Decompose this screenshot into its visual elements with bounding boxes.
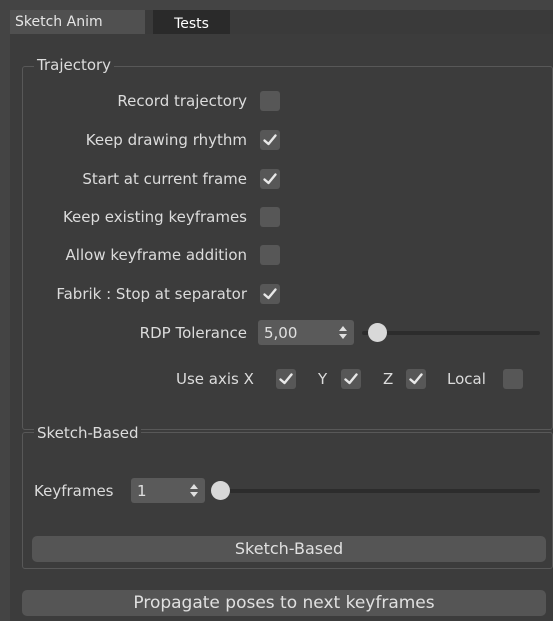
keyframes-slider-handle[interactable] (211, 481, 230, 500)
axis-local-label: Local (447, 370, 486, 388)
keep-drawing-rhythm-checkbox[interactable] (260, 130, 280, 150)
axis-y-label: Y (318, 370, 328, 388)
tab-bar: Sketch Anim Tests (10, 10, 553, 34)
rdp-tolerance-value: 5,00 (264, 324, 298, 342)
axis-z-checkbox[interactable] (406, 369, 426, 389)
check-icon (263, 288, 277, 300)
fabrik-stop-at-separator-label: Fabrik : Stop at separator (56, 285, 247, 303)
fabrik-stop-at-separator-checkbox[interactable] (260, 284, 280, 304)
tab-sketch-anim[interactable]: Sketch Anim (10, 10, 145, 34)
axis-y-checkbox[interactable] (341, 369, 361, 389)
sketch-based-group-title: Sketch-Based (34, 424, 142, 442)
axis-x-checkbox[interactable] (276, 369, 296, 389)
keep-existing-keyframes-checkbox[interactable] (260, 207, 280, 227)
use-axis-x-label: Use axis X (176, 370, 254, 388)
keyframes-value: 1 (137, 482, 147, 500)
record-trajectory-label: Record trajectory (117, 92, 247, 110)
keyframes-spinbox[interactable]: 1 (131, 478, 205, 503)
rdp-tolerance-slider-handle[interactable] (368, 323, 387, 342)
tab-tests[interactable]: Tests (153, 10, 230, 34)
rdp-tolerance-label: RDP Tolerance (139, 324, 247, 342)
check-icon (263, 134, 277, 146)
rdp-tolerance-spinbox[interactable]: 5,00 (258, 320, 354, 345)
keep-drawing-rhythm-label: Keep drawing rhythm (85, 131, 247, 149)
keyframes-slider-track[interactable] (213, 489, 540, 493)
check-icon (279, 373, 293, 385)
spin-arrows-icon[interactable] (189, 481, 199, 500)
keep-existing-keyframes-label: Keep existing keyframes (62, 208, 247, 226)
sketch-anim-panel: Trajectory Record trajectory Keep drawin… (10, 34, 553, 621)
allow-keyframe-addition-label: Allow keyframe addition (65, 246, 247, 264)
sketch-based-button[interactable]: Sketch-Based (32, 536, 546, 562)
axis-local-checkbox[interactable] (503, 369, 523, 389)
propagate-poses-button[interactable]: Propagate poses to next keyframes (22, 590, 546, 616)
record-trajectory-checkbox[interactable] (260, 91, 280, 111)
check-icon (409, 373, 423, 385)
check-icon (263, 173, 277, 185)
start-at-current-frame-label: Start at current frame (82, 170, 247, 188)
check-icon (344, 373, 358, 385)
rdp-tolerance-slider-track[interactable] (362, 331, 540, 335)
start-at-current-frame-checkbox[interactable] (260, 169, 280, 189)
trajectory-group-title: Trajectory (34, 56, 115, 74)
axis-z-label: Z (383, 370, 394, 388)
keyframes-label: Keyframes (34, 482, 114, 500)
allow-keyframe-addition-checkbox[interactable] (260, 245, 280, 265)
spin-arrows-icon[interactable] (338, 323, 348, 342)
